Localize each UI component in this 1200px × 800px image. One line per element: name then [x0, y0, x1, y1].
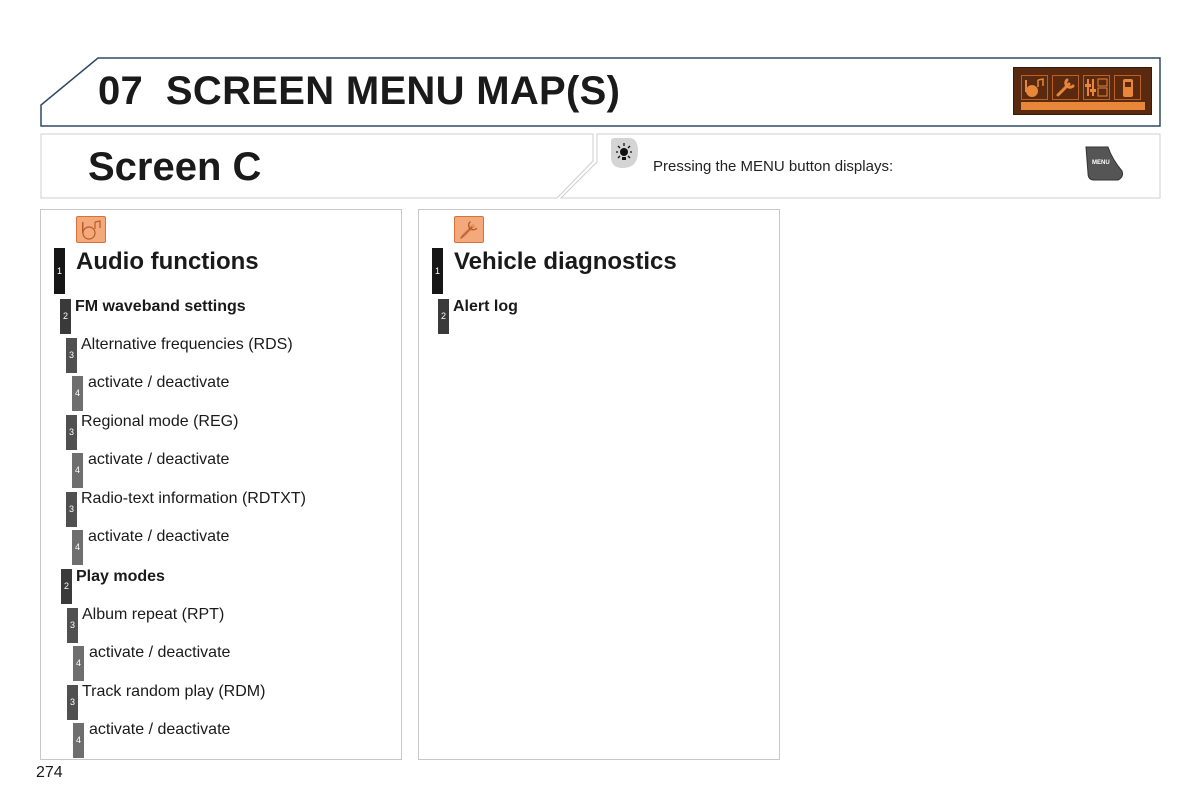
level-number: 4: [74, 388, 80, 398]
chapter-title: 07 SCREEN MENU MAP(S): [98, 69, 620, 114]
menu-item-label: Track random play (RDM): [82, 683, 266, 700]
chapter-header: 07 SCREEN MENU MAP(S): [40, 57, 1161, 127]
level-badge: 3: [67, 608, 78, 643]
level-badge: 1: [54, 248, 65, 294]
menu-item-label: Radio-text information (RDTXT): [81, 490, 306, 507]
chapter-title-text: SCREEN MENU MAP(S): [165, 69, 621, 113]
wrench-icon: [454, 216, 484, 243]
level-number: 3: [68, 427, 74, 437]
level-number: 2: [63, 581, 69, 591]
settings-sliders-icon: [1083, 75, 1110, 100]
audio-icon: [76, 216, 106, 243]
level-badge: 3: [67, 685, 78, 720]
level-number: 2: [440, 311, 446, 321]
screen-band: Screen C Pressing the MENU button displa…: [40, 133, 1161, 199]
menu-item-label: activate / deactivate: [88, 451, 230, 468]
phone-icon: [1114, 75, 1141, 100]
level-number: 2: [62, 311, 68, 321]
menu-item-label: Regional mode (REG): [81, 413, 239, 430]
menu-item-label: Vehicle diagnostics: [454, 248, 677, 275]
level-number: 1: [434, 266, 440, 276]
menu-button-icon: MENU: [1084, 145, 1126, 183]
wrench-icon: [1052, 75, 1079, 100]
level-number: 4: [75, 658, 81, 668]
level-badge: 4: [72, 530, 83, 565]
page-number: 274: [36, 764, 63, 781]
level-badge: 4: [73, 723, 84, 758]
level-badge: 4: [72, 376, 83, 411]
menu-item-label: Alternative frequencies (RDS): [81, 336, 293, 353]
level-badge: 2: [60, 299, 71, 334]
level-badge: 4: [72, 453, 83, 488]
level-badge: 1: [432, 248, 443, 294]
level-badge: 4: [73, 646, 84, 681]
level-number: 4: [75, 735, 81, 745]
menu-item-label: activate / deactivate: [89, 644, 231, 661]
panel-vehicle-diagnostics: 1 Vehicle diagnostics 2 Alert log: [418, 209, 780, 760]
level-badge: 2: [61, 569, 72, 604]
level-number: 4: [74, 465, 80, 475]
level-number: 1: [56, 266, 62, 276]
level-badge: 3: [66, 492, 77, 527]
menu-item-label: Album repeat (RPT): [82, 606, 225, 623]
menu-key-label: MENU: [1092, 160, 1110, 166]
menu-item-label: Audio functions: [76, 248, 259, 275]
chapter-number: 07: [98, 69, 144, 113]
level-number: 3: [69, 620, 75, 630]
menu-item-label: FM waveband settings: [75, 298, 246, 315]
menu-item-label: Play modes: [76, 568, 165, 585]
screen-title: Screen C: [88, 145, 262, 189]
menu-item-label: activate / deactivate: [88, 374, 230, 391]
level-number: 3: [68, 504, 74, 514]
level-badge: 3: [66, 415, 77, 450]
level-number: 3: [69, 697, 75, 707]
chapter-icon-strip: [1013, 67, 1152, 115]
audio-icon: [1021, 75, 1048, 100]
panel-audio-functions: 1 Audio functions 2 FM waveband settings…: [40, 209, 402, 760]
level-badge: 3: [66, 338, 77, 373]
menu-item-label: activate / deactivate: [88, 528, 230, 545]
menu-info-text: Pressing the MENU button displays:: [653, 158, 894, 175]
chapter-accent-bar: [1021, 102, 1145, 110]
menu-item-label: activate / deactivate: [89, 721, 231, 738]
lightbulb-info-icon: [607, 137, 639, 169]
menu-item-label: Alert log: [453, 298, 518, 315]
level-number: 4: [74, 542, 80, 552]
level-badge: 2: [438, 299, 449, 334]
level-number: 3: [68, 350, 74, 360]
